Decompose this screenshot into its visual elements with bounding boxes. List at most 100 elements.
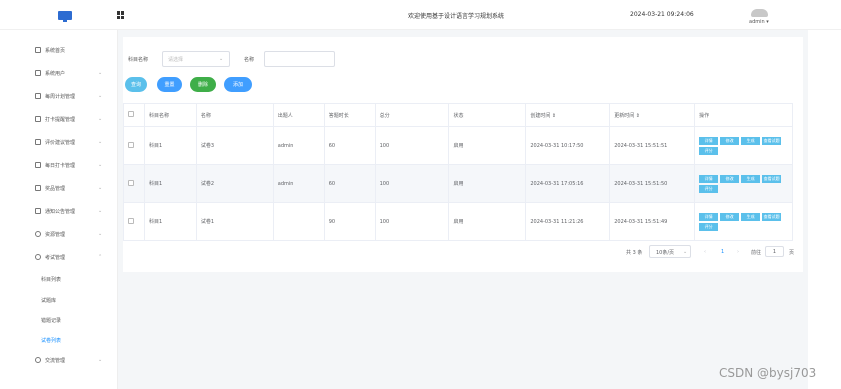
table-cell: 2024-03-31 15:51:50 bbox=[609, 164, 696, 203]
table-cell bbox=[272, 202, 325, 241]
sidebar-item-label: 奖品管理 bbox=[45, 185, 66, 192]
generate-button[interactable]: 生成 bbox=[741, 136, 761, 145]
sidebar-item-resources[interactable]: 资源管理 ⌄ bbox=[0, 227, 118, 241]
detail-button[interactable]: 详情 bbox=[699, 136, 719, 145]
generate-button[interactable]: 生成 bbox=[741, 212, 761, 221]
sidebar-item-reminder[interactable]: 打卡提醒管理 ⌄ bbox=[0, 112, 118, 126]
header-checkbox-cell bbox=[123, 103, 145, 127]
prev-page-button[interactable]: ‹ bbox=[704, 249, 706, 255]
edit-button[interactable]: 修改 bbox=[720, 136, 740, 145]
sidebar-subitem-question-bank[interactable]: 试题库 bbox=[41, 297, 56, 304]
view-questions-button[interactable]: 查看试题 bbox=[762, 174, 782, 183]
sidebar-subitem-subjects[interactable]: 科目列表 bbox=[41, 276, 61, 283]
row-checkbox-cell bbox=[123, 164, 145, 203]
table-cell: 科目1 bbox=[143, 164, 197, 203]
actions-cell: 详情 修改 生成 查看试题评分 bbox=[694, 164, 793, 203]
chevron-down-icon: ⌄ bbox=[98, 139, 103, 145]
goto-input[interactable]: 1 bbox=[765, 246, 784, 257]
table-cell: 100 bbox=[374, 202, 450, 241]
table-cell: 启用 bbox=[448, 164, 527, 203]
chevron-down-icon: ⌄ bbox=[98, 185, 103, 191]
sidebar-item-daily-checkin[interactable]: 每日打卡管理 ⌄ bbox=[0, 158, 118, 172]
subject-select[interactable]: 请选择 ⌄ bbox=[162, 51, 230, 67]
table-header-sortable[interactable]: 更新时间 ⇕ bbox=[609, 103, 696, 127]
next-page-button[interactable]: › bbox=[737, 249, 739, 255]
sidebar-item-label: 评价建议管理 bbox=[45, 139, 76, 146]
chevron-down-icon: ⌄ bbox=[98, 70, 103, 76]
sidebar-item-exams[interactable]: 考试管理 ⌃ bbox=[0, 250, 118, 264]
table-header: 状态 bbox=[448, 103, 527, 127]
row-checkbox[interactable] bbox=[128, 141, 134, 148]
add-button[interactable]: 添加 bbox=[224, 77, 252, 92]
table-cell: 科目1 bbox=[143, 126, 197, 165]
table-cell: 试卷1 bbox=[195, 202, 274, 241]
chevron-down-icon: ⌄ bbox=[98, 162, 103, 168]
view-questions-button[interactable]: 查看试题 bbox=[762, 212, 782, 221]
main-content: 科目名称 请选择 ⌄ 名称 查询 重置 删除 添加 科目名称 名称 出题人 答题… bbox=[118, 30, 808, 389]
table-cell: 100 bbox=[374, 126, 450, 165]
sidebar-subitem-exam-papers[interactable]: 试卷列表 bbox=[41, 337, 61, 344]
sidebar-item-communication[interactable]: 交流管理 ⌄ bbox=[0, 353, 118, 367]
calendar-icon bbox=[35, 93, 41, 99]
generate-button[interactable]: 生成 bbox=[741, 174, 761, 183]
table-header: 名称 bbox=[195, 103, 274, 127]
table-cell: 60 bbox=[323, 126, 376, 165]
chevron-down-icon: ⌄ bbox=[683, 249, 688, 255]
chevron-up-icon: ⌃ bbox=[98, 254, 103, 260]
detail-button[interactable]: 详情 bbox=[699, 212, 719, 221]
sidebar-item-prizes[interactable]: 奖品管理 ⌄ bbox=[0, 181, 118, 195]
table-cell: 试卷2 bbox=[195, 164, 274, 203]
home-icon bbox=[35, 47, 41, 53]
page-size-select[interactable]: 10条/页 ⌄ bbox=[649, 245, 691, 258]
sidebar-item-label: 交流管理 bbox=[45, 357, 66, 364]
edit-button[interactable]: 修改 bbox=[720, 212, 740, 221]
table-cell: 100 bbox=[374, 164, 450, 203]
sidebar-item-weekly-plan[interactable]: 每周计划管理 ⌄ bbox=[0, 89, 118, 103]
sidebar-item-users[interactable]: 系统用户 ⌄ bbox=[0, 66, 118, 80]
chevron-down-icon: ⌄ bbox=[98, 357, 103, 363]
sidebar-item-home[interactable]: 系统首页 bbox=[0, 43, 118, 57]
table-cell: 2024-03-31 15:51:49 bbox=[609, 202, 696, 241]
grade-button[interactable]: 评分 bbox=[699, 146, 719, 155]
sidebar: 系统首页 系统用户 ⌄ 每周计划管理 ⌄ 打卡提醒管理 ⌄ 评价建议管理 ⌄ 每日打卡管… bbox=[0, 30, 118, 389]
topbar: 欢迎使用基于设计语言学习规划系统 2024-03-21 09:24:06 adm… bbox=[0, 0, 841, 30]
search-icon bbox=[35, 208, 41, 214]
user-menu[interactable]: admin ▾ bbox=[749, 19, 769, 25]
grade-button[interactable]: 评分 bbox=[699, 222, 719, 231]
headset-icon bbox=[35, 357, 41, 363]
select-all-checkbox[interactable] bbox=[128, 111, 134, 117]
table-cell: 60 bbox=[323, 164, 376, 203]
name-input[interactable] bbox=[264, 51, 335, 67]
view-questions-button[interactable]: 查看试题 bbox=[762, 136, 782, 145]
sidebar-item-feedback[interactable]: 评价建议管理 ⌄ bbox=[0, 135, 118, 149]
row-checkbox-cell bbox=[123, 202, 145, 241]
row-checkbox[interactable] bbox=[128, 217, 134, 224]
gift-icon bbox=[35, 185, 41, 191]
sidebar-item-label: 系统首页 bbox=[45, 47, 66, 54]
table-cell: 启用 bbox=[448, 202, 527, 241]
detail-button[interactable]: 详情 bbox=[699, 174, 719, 183]
sidebar-subitem-wrong-answers[interactable]: 错题记录 bbox=[41, 317, 61, 324]
sidebar-item-label: 资源管理 bbox=[45, 231, 66, 238]
edit-button[interactable]: 修改 bbox=[720, 174, 740, 183]
actions-cell: 详情 修改 生成 查看试题评分 bbox=[694, 126, 793, 165]
name-label: 名称 bbox=[244, 57, 255, 63]
sidebar-item-label: 考试管理 bbox=[45, 254, 66, 261]
query-button[interactable]: 查询 bbox=[125, 77, 147, 92]
table-header-sortable[interactable]: 创建时间 ⇕ bbox=[525, 103, 611, 127]
grid-menu-icon[interactable] bbox=[117, 11, 125, 19]
grade-button[interactable]: 评分 bbox=[699, 184, 719, 193]
table-header: 科目名称 bbox=[143, 103, 197, 127]
table-header-row: 科目名称 名称 出题人 答题时长 总分 状态 创建时间 ⇕ 更新时间 ⇕ 操作 bbox=[123, 103, 793, 127]
sidebar-item-label: 通知公告管理 bbox=[45, 208, 76, 215]
row-checkbox[interactable] bbox=[128, 179, 134, 186]
delete-button[interactable]: 删除 bbox=[190, 77, 216, 92]
reset-button[interactable]: 重置 bbox=[157, 77, 182, 92]
pagination-total: 共 3 条 bbox=[626, 250, 643, 256]
avatar[interactable] bbox=[751, 9, 768, 17]
page-number[interactable]: 1 bbox=[721, 249, 724, 255]
sidebar-item-notices[interactable]: 通知公告管理 ⌄ bbox=[0, 204, 118, 218]
table-row: 科目1 试卷2 admin 60 100 启用 2024-03-31 17:05… bbox=[123, 164, 793, 203]
welcome-text: 欢迎使用基于设计语言学习规划系统 bbox=[408, 13, 505, 20]
table-cell: 科目1 bbox=[143, 202, 197, 241]
